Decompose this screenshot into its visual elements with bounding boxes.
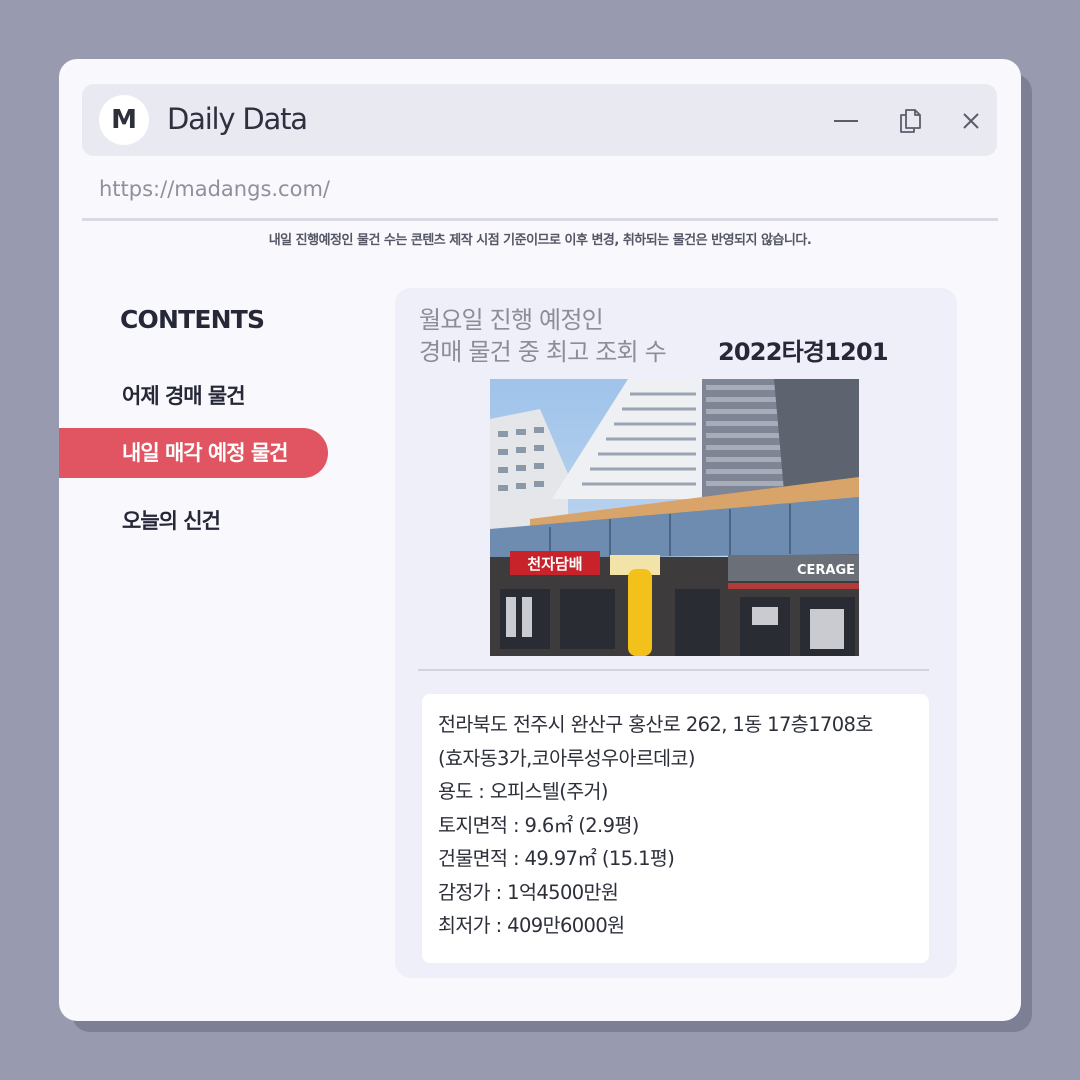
contents-heading: CONTENTS [120, 305, 265, 334]
info-usage: 용도 : 오피스텔(주거) [438, 780, 609, 803]
info-land-area: 토지면적 : 9.6㎡ (2.9평) [438, 813, 639, 837]
close-button[interactable] [954, 104, 988, 138]
url-bar[interactable]: https://madangs.com/ [99, 177, 330, 201]
nav-item-today-new[interactable]: 오늘의 신건 [59, 496, 221, 546]
property-info-box: 전라북도 전주시 완산구 홍산로 262, 1동 17층1708호 (효자동3가… [422, 694, 929, 963]
url-divider [82, 218, 998, 221]
photo-sign-left: 천자담배 [527, 555, 582, 573]
nav-item-yesterday-auction[interactable]: 어제 경매 물건 [59, 371, 246, 421]
info-building-area: 건물면적 : 49.97㎡ (15.1평) [438, 847, 675, 870]
copy-icon [900, 109, 921, 133]
card-divider [418, 669, 929, 671]
copy-button[interactable] [893, 104, 927, 138]
photo-sign-right: CERAGE [797, 563, 855, 578]
nav-item-tomorrow-sale[interactable]: 내일 매각 예정 물건 [59, 428, 328, 478]
close-icon [963, 113, 979, 129]
title-bar: M Daily Data [82, 84, 997, 156]
app-title: Daily Data [167, 102, 308, 136]
info-minimum-price: 최저가 : 409만6000원 [438, 914, 625, 937]
card-title-line2: 경매 물건 중 최고 조회 수 [419, 338, 667, 366]
app-window: M Daily Data https://madangs.com/ 내일 진행예… [59, 59, 1021, 1021]
minimize-icon [834, 120, 858, 122]
property-photo: 천자담배 CERAGE [490, 379, 859, 656]
card-title: 월요일 진행 예정인 경매 물건 중 최고 조회 수 [419, 304, 667, 368]
case-number: 2022타경1201 [718, 338, 889, 366]
notice-text: 내일 진행예정인 물건 수는 콘텐츠 제작 시점 기준이므로 이후 변경, 취하… [268, 233, 812, 248]
card-title-line1: 월요일 진행 예정인 [419, 306, 604, 334]
featured-property-card: 월요일 진행 예정인 경매 물건 중 최고 조회 수 2022타경1201 천자… [395, 288, 957, 978]
info-building-name: (효자동3가,코아루성우아르데코) [438, 746, 695, 770]
minimize-button[interactable] [829, 104, 863, 138]
avatar: M [99, 95, 149, 145]
info-appraisal-price: 감정가 : 1억4500만원 [438, 880, 619, 904]
info-address: 전라북도 전주시 완산구 홍산로 262, 1동 17층1708호 [438, 713, 873, 736]
